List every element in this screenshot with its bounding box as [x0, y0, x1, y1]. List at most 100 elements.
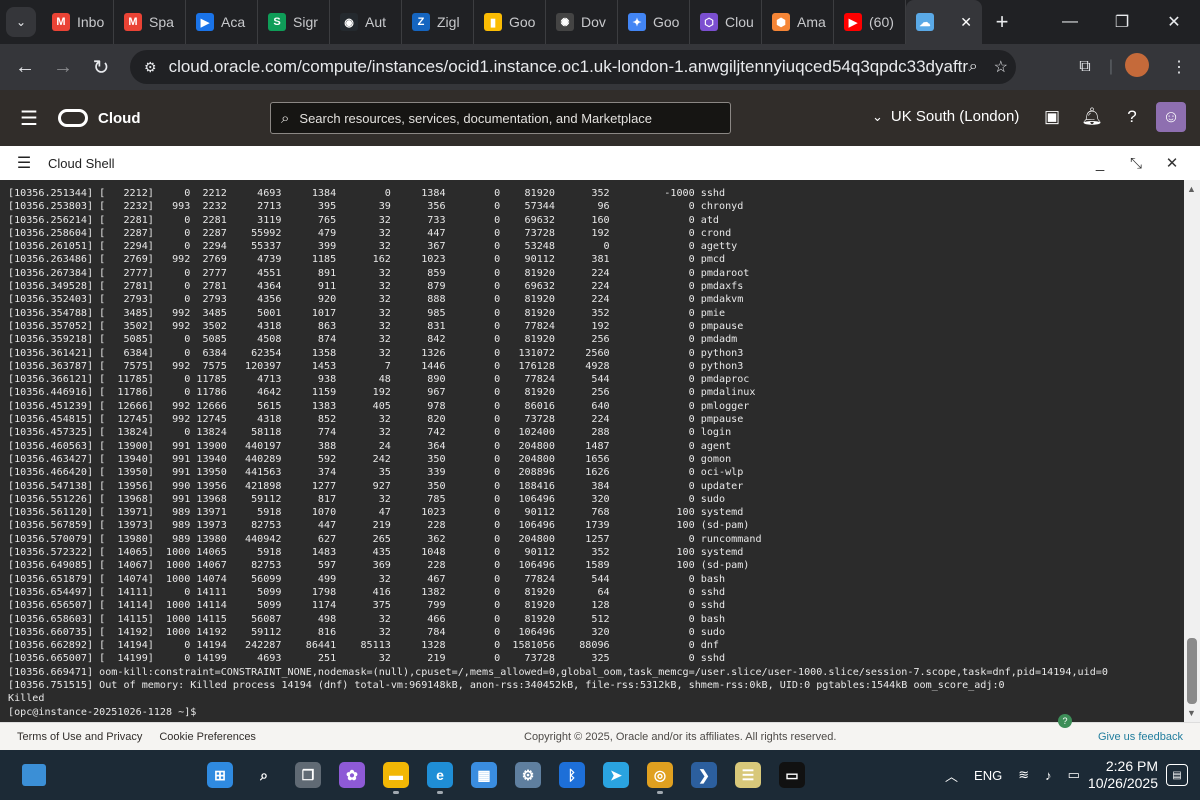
- terminal-line: [10356.357052] [ 3502] 992 3502 4318 863…: [8, 320, 744, 332]
- browser-tab[interactable]: ▶ (60): [834, 0, 906, 44]
- tab-active-oracle-cloud[interactable]: ☁ ✕: [906, 0, 982, 44]
- terminal-line: [10356.649085] [ 14067] 1000 14067 82753…: [8, 560, 750, 572]
- store-icon: ▦: [471, 762, 497, 788]
- cookie-preferences-link[interactable]: Cookie Preferences: [159, 731, 256, 743]
- taskbar-app[interactable]: ➤: [596, 755, 636, 795]
- wifi-icon[interactable]: ≋: [1018, 767, 1029, 783]
- browser-tab-label: Inbo: [77, 14, 105, 30]
- taskbar-app[interactable]: ❐: [288, 755, 328, 795]
- bluetooth-icon: ᛒ: [559, 762, 585, 788]
- forward-button[interactable]: →: [44, 56, 82, 79]
- oracle-cloud-header: ☰ Cloud ⌕ Search resources, services, do…: [0, 90, 1200, 146]
- shell-menu-icon[interactable]: ☰: [0, 153, 48, 173]
- bookmark-star-icon[interactable]: ☆: [994, 57, 1008, 77]
- battery-icon[interactable]: ▭: [1068, 767, 1080, 783]
- tray-overflow-icon[interactable]: ︿: [945, 766, 958, 785]
- taskbar-app[interactable]: ▬: [376, 755, 416, 795]
- browser-tab[interactable]: S Sigr: [258, 0, 330, 44]
- search-icon: ⌕: [260, 766, 268, 783]
- site-info-icon[interactable]: ⚙: [144, 59, 157, 76]
- taskbar-app[interactable]: ▭: [772, 755, 812, 795]
- scrollbar-thumb[interactable]: [1187, 638, 1197, 704]
- edge-icon: e: [427, 762, 453, 788]
- terminal[interactable]: [10356.251344] [ 2212] 0 2212 4693 1384 …: [0, 180, 1184, 722]
- user-icon: ☺: [1162, 107, 1180, 126]
- search-input[interactable]: ⌕ Search resources, services, documentat…: [270, 102, 731, 134]
- clock[interactable]: 2:26 PM 10/26/2025: [1088, 758, 1158, 792]
- zoom-icon[interactable]: ⌕: [969, 58, 978, 76]
- shell-close-icon[interactable]: ✕: [1154, 154, 1190, 172]
- navigation-menu-icon[interactable]: ☰: [0, 106, 58, 131]
- feedback-link[interactable]: Give us feedback: [1098, 731, 1183, 743]
- terminal-line: [10356.656507] [ 14114] 1000 14114 5099 …: [8, 600, 726, 612]
- taskbar-app[interactable]: ✿: [332, 755, 372, 795]
- terminal-line: [10356.352403] [ 2793] 0 2793 4356 920 3…: [8, 294, 744, 306]
- browser-tab[interactable]: ⬡ Clou: [690, 0, 762, 44]
- browser-tab[interactable]: Z Zigl: [402, 0, 474, 44]
- browser-tab[interactable]: M Inbo: [42, 0, 114, 44]
- browser-tab[interactable]: ✺ Dov: [546, 0, 618, 44]
- chevron-down-icon: ⌄: [15, 15, 27, 29]
- browser-tab-strip: ⌄ M Inbo M Spa ▶ Aca S Sigr ◉ Aut Z Zigl ▮ Goo ✺ Dov ✦ Go…: [0, 0, 1200, 44]
- browser-tab[interactable]: ▶ Aca: [186, 0, 258, 44]
- scroll-up-icon[interactable]: ▲: [1187, 184, 1196, 194]
- terminal-line: [10356.547138] [ 13956] 990 13956 421898…: [8, 480, 744, 492]
- notifications-icon[interactable]: ▤: [1166, 764, 1188, 786]
- region-selector[interactable]: ⌄ UK South (London): [872, 108, 1019, 125]
- user-avatar[interactable]: ☺: [1156, 102, 1186, 132]
- browser-tab[interactable]: ⬢ Ama: [762, 0, 834, 44]
- browser-tab-label: Spa: [149, 14, 174, 30]
- running-indicator: [437, 791, 443, 794]
- terminal-scrollbar[interactable]: ▲ ▼: [1184, 180, 1200, 722]
- taskbar-app[interactable]: ☰: [728, 755, 768, 795]
- widgets-icon[interactable]: [22, 764, 46, 786]
- brand-label[interactable]: Cloud: [98, 110, 141, 127]
- notepad-icon: ☰: [735, 762, 761, 788]
- taskbar-app[interactable]: ᛒ: [552, 755, 592, 795]
- terminal-line: [opc@instance-20251026-1128 ~]$: [8, 706, 203, 718]
- terminal-line: [10356.654497] [ 14111] 0 14111 5099 179…: [8, 586, 726, 598]
- scroll-down-icon[interactable]: ▼: [1187, 708, 1196, 718]
- url-text: cloud.oracle.com/compute/instances/ocid1…: [168, 57, 969, 76]
- tab-search-button[interactable]: ⌄: [6, 7, 36, 37]
- minimize-icon[interactable]: —: [1044, 0, 1096, 44]
- cloud-shell-icon[interactable]: ▣: [1032, 107, 1072, 127]
- shell-collapse-icon[interactable]: ⤡: [1118, 155, 1154, 172]
- clock-time: 2:26 PM: [1105, 758, 1158, 774]
- browser-tab-label: Ama: [797, 14, 826, 30]
- browser-tab[interactable]: M Spa: [114, 0, 186, 44]
- language-indicator[interactable]: ENG: [974, 768, 1002, 783]
- chevron-down-icon: ⌄: [872, 108, 883, 124]
- system-tray: ︿ ENG ≋ ♪ ▭ 2:26 PM 10/26/2025 ▤: [937, 750, 1200, 800]
- terms-link[interactable]: Terms of Use and Privacy: [17, 731, 142, 743]
- terminal-line: [10356.457325] [ 13824] 0 13824 58118 77…: [8, 427, 732, 439]
- browser-tab[interactable]: ▮ Goo: [474, 0, 546, 44]
- terminal-line: [10356.261051] [ 2294] 0 2294 55337 399 …: [8, 241, 738, 253]
- volume-icon[interactable]: ♪: [1045, 768, 1052, 783]
- taskbar-app[interactable]: ⚙: [508, 755, 548, 795]
- taskbar-app[interactable]: ⊞: [200, 755, 240, 795]
- close-tab-icon[interactable]: ✕: [960, 14, 972, 31]
- taskbar-app[interactable]: e: [420, 755, 460, 795]
- taskbar-app[interactable]: ▦: [464, 755, 504, 795]
- browser-tab[interactable]: ✦ Goo: [618, 0, 690, 44]
- shell-minimize-icon[interactable]: _: [1082, 155, 1118, 172]
- more-menu-icon[interactable]: ⋮: [1158, 57, 1200, 77]
- help-bubble-icon[interactable]: ?: [1058, 714, 1072, 728]
- taskbar-app[interactable]: ◎: [640, 755, 680, 795]
- new-tab-button[interactable]: +: [982, 9, 1022, 35]
- help-icon[interactable]: ?: [1112, 107, 1152, 127]
- profile-avatar[interactable]: [1116, 52, 1158, 82]
- address-bar[interactable]: ⚙ cloud.oracle.com/compute/instances/oci…: [130, 50, 1016, 84]
- restore-icon[interactable]: ❐: [1096, 0, 1148, 44]
- browser-tab-label: Clou: [725, 14, 754, 30]
- taskbar-app[interactable]: ⌕: [244, 755, 284, 795]
- oracle-logo[interactable]: [58, 109, 88, 127]
- notifications-bell-icon[interactable]: 🔔︎: [1072, 107, 1112, 127]
- back-button[interactable]: ←: [6, 56, 44, 79]
- reload-button[interactable]: ↻: [82, 55, 120, 80]
- close-window-icon[interactable]: ✕: [1148, 0, 1200, 44]
- browser-tab[interactable]: ◉ Aut: [330, 0, 402, 44]
- extensions-icon[interactable]: ⧉: [1064, 58, 1106, 76]
- taskbar-app[interactable]: ❯: [684, 755, 724, 795]
